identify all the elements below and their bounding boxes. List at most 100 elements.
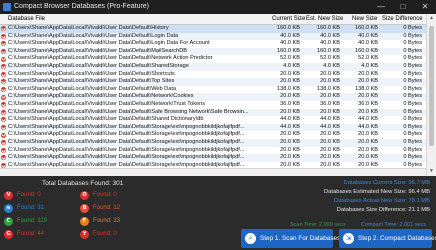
- cell-diff: 0 Bytes: [403, 62, 422, 69]
- scroll-down-arrow-icon[interactable]: ▼: [427, 167, 436, 176]
- database-table[interactable]: Database File Current Size Est. New Size…: [0, 14, 436, 176]
- table-row[interactable]: C:\Users\Shane\AppData\Local\Vivaldi\Use…: [0, 108, 426, 117]
- cell-diff: 0 Bytes: [403, 131, 422, 138]
- cell-est: 20.0 KB: [320, 78, 340, 85]
- checkmark-icon: [1, 102, 6, 108]
- cell-est: 44.0 KB: [320, 116, 340, 123]
- cell-new: 40.0 KB: [358, 40, 378, 47]
- cell-new: 40.0 KB: [358, 32, 378, 39]
- table-row[interactable]: C:\Users\Shane\AppData\Local\Vivaldi\Use…: [0, 154, 426, 162]
- cell-path: C:\Users\Shane\AppData\Local\Vivaldi\Use…: [8, 108, 249, 115]
- table-row[interactable]: C:\Users\Shane\AppData\Local\Vivaldi\Use…: [0, 138, 426, 147]
- table-row[interactable]: C:\Users\Shane\AppData\Local\Vivaldi\Use…: [0, 47, 426, 56]
- cell-current: 44.0 KB: [280, 123, 300, 130]
- checkmark-icon: [1, 79, 6, 85]
- checkmark-icon: [1, 41, 6, 47]
- app-icon: [3, 3, 11, 11]
- table-row[interactable]: C:\Users\Shane\AppData\Local\Vivaldi\Use…: [0, 32, 426, 41]
- maximize-button[interactable]: □: [392, 0, 414, 14]
- table-row[interactable]: C:\Users\Shane\AppData\Local\Vivaldi\Use…: [0, 123, 426, 132]
- scan-databases-button[interactable]: ⌕ Step 1. Scan For Databases: [241, 229, 340, 248]
- size-difference-stat: Databases Size Difference: 21.1 MB: [336, 207, 430, 213]
- checkmark-icon: [1, 117, 6, 123]
- table-row[interactable]: C:\Users\Shane\AppData\Local\Vivaldi\Use…: [0, 147, 426, 155]
- minimize-button[interactable]: —: [370, 0, 392, 14]
- cell-new: 20.0 KB: [358, 146, 378, 153]
- cell-diff: 0 Bytes: [403, 55, 422, 62]
- scroll-thumb[interactable]: [429, 26, 434, 146]
- browser-found-count: Found: 12: [93, 205, 121, 211]
- cell-diff: 0 Bytes: [403, 100, 422, 107]
- cell-path: C:\Users\Shane\AppData\Local\Vivaldi\Use…: [8, 32, 179, 39]
- header-size-difference[interactable]: Size Difference: [382, 14, 423, 24]
- vertical-scrollbar[interactable]: ▲ ▼: [426, 14, 436, 176]
- vivaldi-icon: V: [4, 191, 13, 200]
- compact-databases-button[interactable]: ⇲ Step 2. Compact Databases: [339, 229, 436, 248]
- table-row[interactable]: C:\Users\Shane\AppData\Local\Vivaldi\Use…: [0, 86, 426, 94]
- cell-path: C:\Users\Shane\AppData\Local\Vivaldi\Use…: [8, 93, 194, 100]
- table-row[interactable]: C:\Users\Shane\AppData\Local\Vivaldi\Use…: [0, 93, 426, 101]
- table-row[interactable]: C:\Users\Shane\AppData\Local\Vivaldi\Use…: [0, 55, 426, 63]
- horizontal-scrollbar[interactable]: [0, 168, 426, 176]
- cell-new: 52.0 KB: [358, 55, 378, 62]
- checkmark-icon: [1, 71, 6, 77]
- checkmark-icon: [1, 87, 6, 93]
- current-size-stat: Databases Current Size: 96.7 MB: [343, 180, 430, 186]
- scroll-up-arrow-icon[interactable]: ▲: [427, 14, 436, 23]
- cell-diff: 0 Bytes: [403, 25, 422, 31]
- cell-diff: 0 Bytes: [403, 123, 422, 130]
- browser-found-count: Found: 44: [17, 231, 45, 237]
- cell-current: 36.0 KB: [280, 100, 300, 107]
- table-row[interactable]: C:\Users\Shane\AppData\Local\Vivaldi\Use…: [0, 116, 426, 124]
- cell-diff: 0 Bytes: [403, 154, 422, 161]
- close-button[interactable]: ✕: [414, 0, 436, 14]
- scan-button-label: Step 1. Scan For Databases: [260, 235, 341, 242]
- table-row[interactable]: C:\Users\Shane\AppData\Local\Vivaldi\Use…: [0, 62, 426, 71]
- checkmark-icon: [1, 33, 6, 39]
- cell-current: 40.0 KB: [280, 40, 300, 47]
- opera-icon: O: [80, 191, 89, 200]
- cell-path: C:\Users\Shane\AppData\Local\Vivaldi\Use…: [8, 154, 245, 161]
- cell-new: 36.0 KB: [358, 100, 378, 107]
- cell-new: 160.0 KB: [354, 47, 378, 54]
- summary-panel: Total Databases Found: 301 V Found: 0 O Fou…: [0, 176, 436, 250]
- checkmark-icon: [1, 94, 6, 100]
- browser-found-count: Found: 119: [17, 218, 47, 224]
- header-new-size[interactable]: New Size: [352, 14, 377, 24]
- header-database-file[interactable]: Database File: [8, 14, 45, 24]
- cell-current: 44.0 KB: [280, 116, 300, 123]
- table-rows: C:\Users\Shane\AppData\Local\Vivaldi\Use…: [0, 25, 426, 169]
- cell-path: C:\Users\Shane\AppData\Local\Vivaldi\Use…: [8, 131, 245, 138]
- compact-button-label: Step 2. Compact Databases: [358, 235, 436, 242]
- cell-new: 20.0 KB: [358, 93, 378, 100]
- header-current-size[interactable]: Current Size: [272, 14, 305, 24]
- cell-diff: 0 Bytes: [403, 93, 422, 100]
- cell-path: C:\Users\Shane\AppData\Local\Vivaldi\Use…: [8, 123, 245, 130]
- cell-diff: 0 Bytes: [403, 108, 422, 115]
- cell-current: 40.0 KB: [280, 32, 300, 39]
- cell-diff: 0 Bytes: [403, 116, 422, 123]
- total-databases-label: Total Databases Found: 301: [42, 180, 124, 187]
- table-row[interactable]: C:\Users\Shane\AppData\Local\Vivaldi\Use…: [0, 25, 426, 33]
- cell-diff: 0 Bytes: [403, 32, 422, 39]
- checkmark-icon: [1, 140, 6, 146]
- cell-est: 40.0 KB: [320, 40, 340, 47]
- table-row[interactable]: C:\Users\Shane\AppData\Local\Vivaldi\Use…: [0, 40, 426, 48]
- checkmark-icon: [1, 147, 6, 153]
- table-row[interactable]: C:\Users\Shane\AppData\Local\Vivaldi\Use…: [0, 78, 426, 86]
- cell-new: 20.0 KB: [358, 154, 378, 161]
- cell-new: 4.0 KB: [361, 62, 378, 69]
- edge-icon: e: [4, 204, 13, 213]
- cell-diff: 0 Bytes: [403, 47, 422, 54]
- cell-current: 20.0 KB: [280, 146, 300, 153]
- cell-new: 20.0 KB: [358, 131, 378, 138]
- header-est-new-size[interactable]: Est. New Size: [306, 14, 343, 24]
- table-row[interactable]: C:\Users\Shane\AppData\Local\Vivaldi\Use…: [0, 71, 426, 79]
- browser-found-count: Found: 31: [17, 205, 45, 211]
- table-row[interactable]: C:\Users\Shane\AppData\Local\Vivaldi\Use…: [0, 101, 426, 109]
- table-row[interactable]: C:\Users\Shane\AppData\Local\Vivaldi\Use…: [0, 131, 426, 139]
- cell-path: C:\Users\Shane\AppData\Local\Vivaldi\Use…: [8, 47, 187, 54]
- cell-current: 20.0 KB: [280, 138, 300, 145]
- cell-est: 20.0 KB: [320, 70, 340, 77]
- cell-current: 20.0 KB: [280, 78, 300, 85]
